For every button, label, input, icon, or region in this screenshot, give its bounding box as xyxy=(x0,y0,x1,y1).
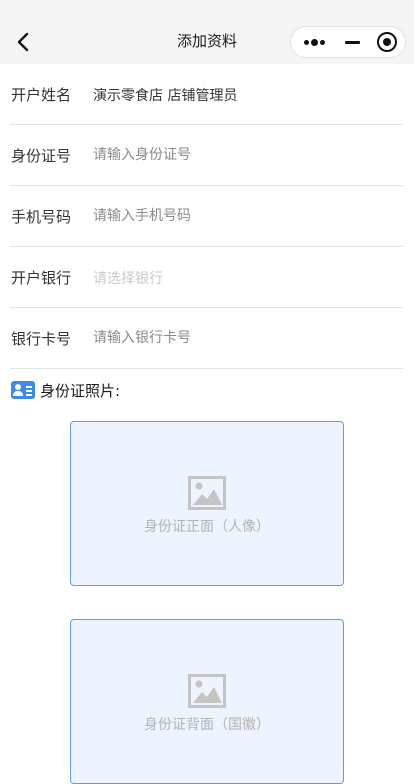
id-photo-title: 身份证照片: xyxy=(40,381,121,400)
image-icon xyxy=(188,476,226,510)
image-icon xyxy=(188,674,226,708)
id-back-caption: 身份证背面（国徽） xyxy=(144,717,270,733)
id-number-input[interactable] xyxy=(93,141,393,169)
id-front-upload[interactable]: 身份证正面（人像） xyxy=(70,421,344,586)
id-front-caption: 身份证正面（人像） xyxy=(144,519,270,535)
form-row-phone: 手机号码 xyxy=(10,186,403,247)
form-row-card: 银行卡号 xyxy=(10,308,403,369)
card-label: 银行卡号 xyxy=(11,330,72,348)
account-form: 开户姓名 演示零食店 店铺管理员 身份证号 手机号码 开户银行 请选择银行 银行… xyxy=(10,64,403,369)
minimize-button[interactable] xyxy=(335,27,371,57)
phone-label: 手机号码 xyxy=(11,208,72,226)
bank-label: 开户银行 xyxy=(11,269,72,287)
bank-picker[interactable]: 请选择银行 xyxy=(93,268,163,288)
holder-value: 演示零食店 店铺管理员 xyxy=(93,88,238,104)
form-row-bank: 开户银行 请选择银行 xyxy=(10,247,403,308)
phone-input[interactable] xyxy=(93,202,393,230)
navigation-bar: 添加资料 xyxy=(0,0,414,64)
form-row-id-number: 身份证号 xyxy=(10,125,403,186)
id-number-label: 身份证号 xyxy=(11,147,72,165)
id-back-upload[interactable]: 身份证背面（国徽） xyxy=(70,619,344,784)
holder-label: 开户姓名 xyxy=(11,86,72,104)
card-number-input[interactable] xyxy=(93,324,393,352)
form-row-holder: 开户姓名 演示零食店 店铺管理员 xyxy=(10,64,403,125)
id-card-icon xyxy=(11,381,35,399)
miniprogram-capsule xyxy=(290,26,406,58)
id-photo-header: 身份证照片: xyxy=(11,380,120,400)
more-options-button[interactable] xyxy=(291,27,335,57)
close-miniprogram-button[interactable] xyxy=(371,27,405,57)
